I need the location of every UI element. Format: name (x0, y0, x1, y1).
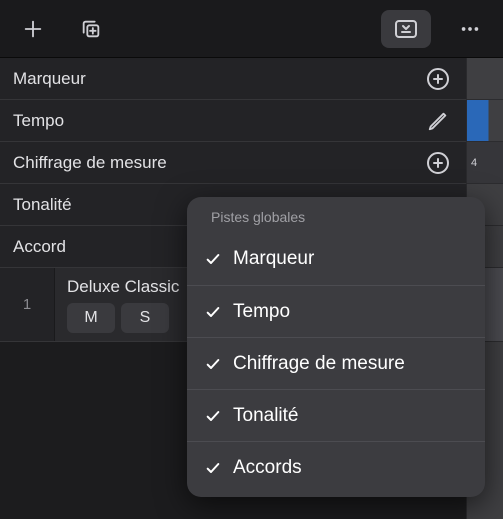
track-number: 1 (0, 268, 55, 341)
sliver-tempo (467, 100, 503, 142)
popup-item-label: Marqueur (233, 248, 314, 270)
check-icon (205, 304, 221, 320)
row-chiffrage[interactable]: Chiffrage de mesure (0, 142, 466, 184)
popup-item-marqueur[interactable]: Marqueur (187, 233, 485, 285)
check-icon (205, 356, 221, 372)
check-icon (205, 251, 221, 267)
popup-item-accords[interactable]: Accords (187, 441, 485, 493)
check-icon (205, 408, 221, 424)
mute-button[interactable]: M (67, 303, 115, 333)
popup-item-label: Accords (233, 457, 302, 479)
edit-icon[interactable] (424, 107, 452, 135)
collapse-panel-button[interactable] (381, 10, 431, 48)
plus-circle-icon[interactable] (424, 65, 452, 93)
popup-item-label: Chiffrage de mesure (233, 353, 405, 375)
sliver-marqueur (467, 58, 503, 100)
duplicate-button[interactable] (72, 10, 110, 48)
popup-item-label: Tempo (233, 301, 290, 323)
popup-item-chiffrage[interactable]: Chiffrage de mesure (187, 337, 485, 389)
row-label: Marqueur (13, 69, 424, 89)
popup-title: Pistes globales (187, 197, 485, 233)
row-label: Chiffrage de mesure (13, 153, 424, 173)
popup-item-label: Tonalité (233, 405, 299, 427)
plus-circle-icon[interactable] (424, 149, 452, 177)
more-button[interactable] (451, 10, 489, 48)
row-tempo[interactable]: Tempo (0, 100, 466, 142)
popup-item-tempo[interactable]: Tempo (187, 285, 485, 337)
popup-item-tonalite[interactable]: Tonalité (187, 389, 485, 441)
solo-button[interactable]: S (121, 303, 169, 333)
global-tracks-popup: Pistes globales Marqueur Tempo Chiffrage… (187, 197, 485, 497)
sliver-chiffrage: 4 (467, 142, 503, 184)
row-marqueur[interactable]: Marqueur (0, 58, 466, 100)
add-button[interactable] (14, 10, 52, 48)
toolbar (0, 0, 503, 58)
check-icon (205, 460, 221, 476)
row-label: Tempo (13, 111, 424, 131)
